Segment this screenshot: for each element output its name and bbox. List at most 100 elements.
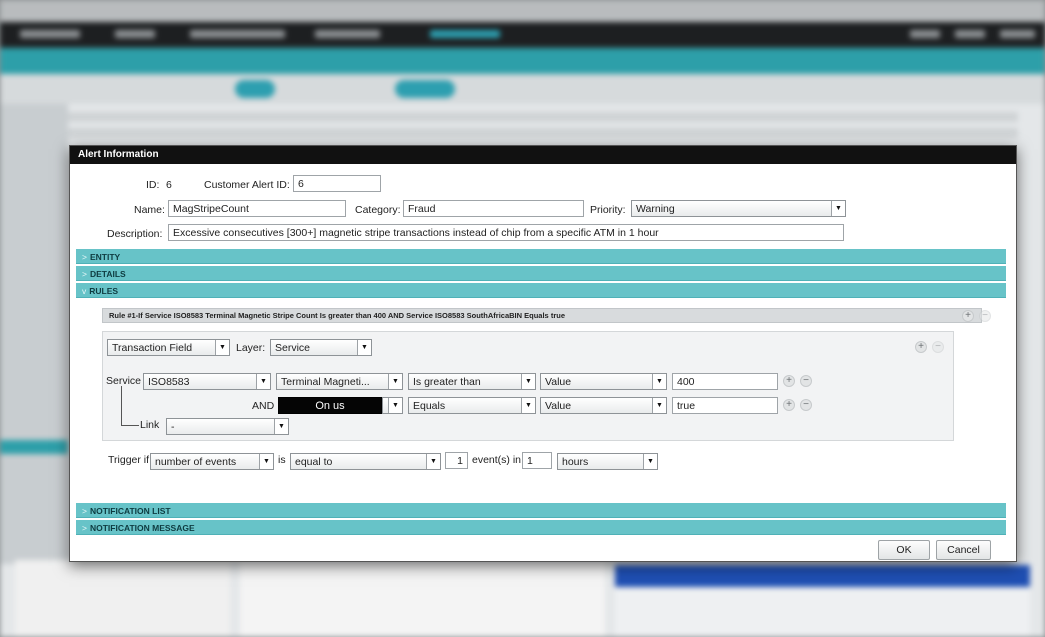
id-label: ID: (146, 179, 160, 191)
add-clause-button-2[interactable]: + (783, 399, 795, 411)
link-value: - (171, 421, 175, 433)
link-connector (121, 386, 122, 426)
section-entity[interactable]: > ENTITY (76, 249, 1006, 264)
description-field[interactable]: Excessive consecutives [300+] magnetic s… (168, 224, 844, 241)
ok-button[interactable]: OK (878, 540, 930, 560)
nav-item (20, 30, 80, 38)
chevron-down-icon: ▼ (215, 340, 229, 355)
chevron-down-icon: ▼ (643, 454, 657, 469)
dialog-title: Alert Information (70, 146, 1016, 164)
section-notification-list[interactable]: > NOTIFICATION LIST (76, 503, 1006, 518)
trigger-is-label: is (278, 454, 286, 466)
protocol-value: ISO8583 (148, 376, 190, 388)
nav-item (910, 30, 940, 38)
app-toolbar (0, 74, 1045, 104)
value-type-value-2: Value (545, 400, 572, 412)
link-select[interactable]: - ▼ (166, 418, 289, 435)
trigger-comparison-select[interactable]: equal to ▼ (290, 453, 441, 470)
section-notification-message-label: NOTIFICATION MESSAGE (89, 523, 195, 533)
layer-value: Service (275, 342, 311, 354)
customer-alert-id-field[interactable]: 6 (293, 175, 381, 192)
section-details-label: DETAILS (89, 269, 126, 279)
lower-left-panel (15, 560, 230, 637)
name-field[interactable]: MagStripeCount (168, 200, 346, 217)
section-notification-list-label: NOTIFICATION LIST (89, 506, 171, 516)
layer-select[interactable]: Service ▼ (270, 339, 372, 356)
trigger-period-field[interactable]: 1 (522, 452, 552, 469)
field-select-2-dropdown[interactable]: ▼ (382, 397, 403, 414)
add-condition-button[interactable]: + (915, 341, 927, 353)
remove-clause-button-1[interactable]: − (800, 375, 812, 387)
value-type-select-1[interactable]: Value ▼ (540, 373, 667, 390)
value-type-select-2[interactable]: Value ▼ (540, 397, 667, 414)
field-select-1[interactable]: Terminal Magneti... ▼ (276, 373, 403, 390)
trigger-period-unit-select[interactable]: hours ▼ (557, 453, 658, 470)
remove-clause-button-2[interactable]: − (800, 399, 812, 411)
toolbar-button (235, 80, 275, 98)
nav-item (315, 30, 380, 38)
main-nav (0, 22, 1045, 46)
cancel-button[interactable]: Cancel (936, 540, 991, 560)
layer-label: Layer: (236, 342, 266, 354)
chevron-right-icon: > (82, 506, 87, 516)
operator-value-2: Equals (413, 400, 446, 412)
operator-select-2[interactable]: Equals ▼ (408, 397, 536, 414)
trigger-comparison-value: equal to (295, 456, 333, 468)
field-select-2[interactable]: On us (278, 397, 382, 414)
trigger-measure-select[interactable]: number of events ▼ (150, 453, 274, 470)
trigger-measure-value: number of events (155, 456, 237, 468)
trigger-period-unit-value: hours (562, 456, 589, 468)
chevron-down-icon: ▼ (652, 398, 666, 413)
alert-information-dialog: Alert Information ID: 6 Customer Alert I… (69, 145, 1017, 562)
value-field-2[interactable]: true (672, 397, 778, 414)
add-rule-button[interactable]: + (962, 310, 974, 322)
priority-label: Priority: (590, 204, 626, 216)
operator-select-1[interactable]: Is greater than ▼ (408, 373, 536, 390)
section-notification-message[interactable]: > NOTIFICATION MESSAGE (76, 520, 1006, 535)
grid-row (18, 112, 1018, 122)
lower-right-titlebar (615, 565, 1030, 587)
nav-item (115, 30, 155, 38)
trigger-count-field[interactable]: 1 (445, 452, 468, 469)
section-rules[interactable]: v RULES (76, 283, 1006, 298)
browser-strip (0, 0, 1045, 22)
chevron-right-icon: > (82, 252, 87, 262)
description-label: Description: (107, 228, 163, 240)
service-label: Service (106, 375, 142, 387)
protocol-select[interactable]: ISO8583 ▼ (143, 373, 271, 390)
left-panel (0, 104, 68, 564)
chevron-down-icon: ▼ (831, 201, 845, 216)
nav-item (955, 30, 985, 38)
remove-condition-button[interactable]: − (932, 341, 944, 353)
customer-alert-id-label: Customer Alert ID: (204, 179, 290, 191)
field-type-value: Transaction Field (112, 342, 193, 354)
category-field[interactable]: Fraud (403, 200, 584, 217)
name-label: Name: (134, 204, 165, 216)
id-value: 6 (166, 179, 172, 191)
grid-row (18, 128, 1018, 138)
toolbar-button (395, 80, 455, 98)
chevron-down-icon: ▼ (259, 454, 273, 469)
field-type-select[interactable]: Transaction Field ▼ (107, 339, 230, 356)
chevron-down-icon: ▼ (388, 398, 402, 413)
category-label: Category: (355, 204, 401, 216)
value-field-1[interactable]: 400 (672, 373, 778, 390)
rule-summary[interactable]: Rule #1-If Service ISO8583 Terminal Magn… (102, 308, 982, 323)
nav-item-active (430, 30, 500, 38)
section-rules-label: RULES (89, 286, 119, 296)
priority-select[interactable]: Warning ▼ (631, 200, 846, 217)
remove-rule-button[interactable]: − (979, 310, 991, 322)
chevron-down-icon: v (82, 286, 87, 296)
section-entity-label: ENTITY (89, 252, 121, 262)
section-details[interactable]: > DETAILS (76, 266, 1006, 281)
value-type-value-1: Value (545, 376, 572, 388)
nav-item (1000, 30, 1035, 38)
trigger-label: Trigger if (108, 454, 150, 466)
chevron-down-icon: ▼ (521, 398, 535, 413)
link-label: Link (140, 419, 160, 431)
chevron-down-icon: ▼ (256, 374, 270, 389)
chevron-right-icon: > (82, 523, 87, 533)
chevron-down-icon: ▼ (652, 374, 666, 389)
add-clause-button-1[interactable]: + (783, 375, 795, 387)
nav-item (190, 30, 285, 38)
